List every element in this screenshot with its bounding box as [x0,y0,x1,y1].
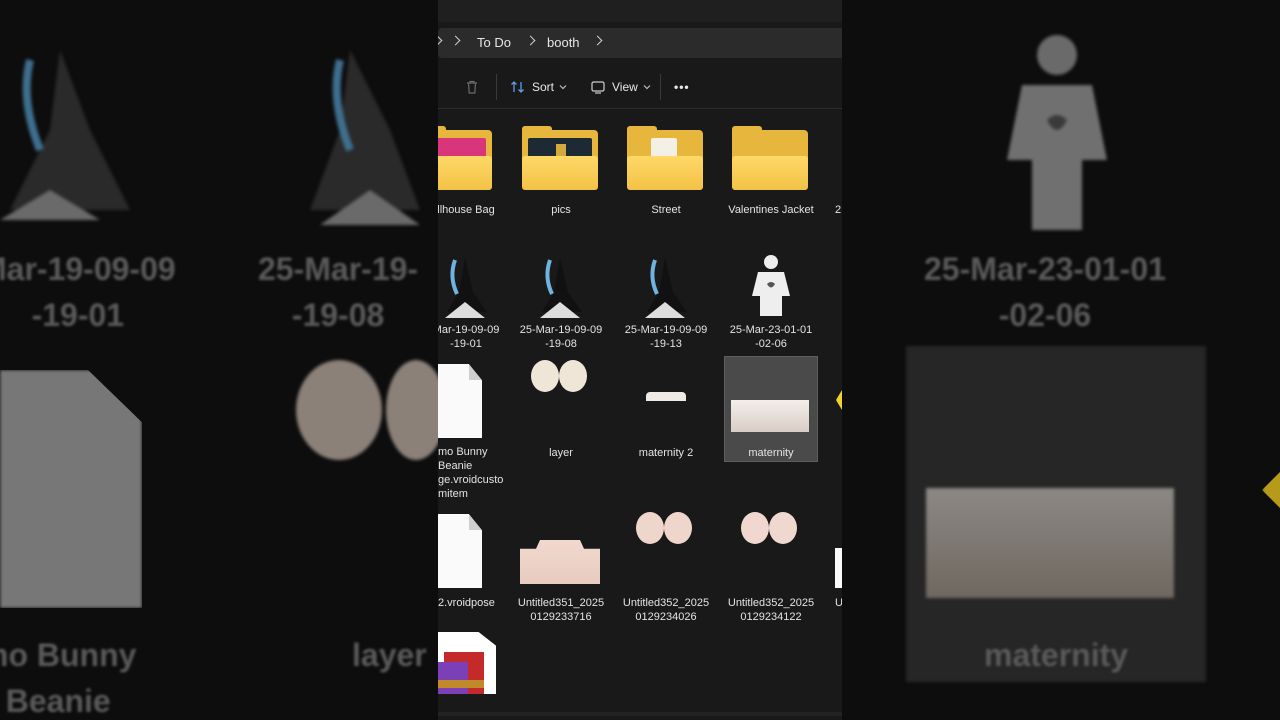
toolbar-separator [660,74,661,100]
file-explorer-window: To Do booth Sort View ••• llhouse Bag pi… [438,0,842,720]
sort-icon [511,81,524,93]
chevron-right-icon[interactable] [450,35,461,46]
folder-icon [732,126,808,190]
item-label: llhouse Bag [438,204,495,216]
folder-icon [627,126,703,190]
chevron-right-icon[interactable] [525,35,536,46]
view-icon [591,81,605,94]
blurred-label: mo Bunny Beanie [0,637,137,719]
portrait-thumbnail [645,258,687,318]
item-label: 25-Mar-19-09-09 -19-08 [519,324,603,350]
portrait-thumbnail [445,258,487,318]
item-label: 2 [835,204,842,216]
item-label: U [835,597,842,609]
oval-thumbnail [531,360,559,392]
document-icon [438,514,482,588]
lace-image [926,488,1174,598]
oval-thumbnail [559,360,587,392]
blurred-label: 25-Mar-19- -19-08 [258,251,419,333]
folder-icon [438,126,492,190]
item-label: 25-Mar-23-01-01 -02-06 [729,324,813,350]
lace-thumbnail [646,392,686,401]
address-bar[interactable]: To Do booth [438,28,842,58]
document-icon [0,370,142,608]
oval-thumbnail [769,512,797,544]
delete-button[interactable] [464,76,480,98]
oval-thumbnail [636,512,664,544]
more-options-button[interactable]: ••• [674,76,690,98]
blurred-label: maternity [984,637,1129,673]
oval-thumbnail [741,512,769,544]
view-button[interactable]: View [590,76,652,98]
blurred-background-right: 25-Mar-23-01-01 -02-06 maternity [842,0,1280,720]
item-label: Mar-19-09-09 -19-01 [438,324,500,350]
chevron-down-icon [643,85,651,90]
blurred-label: layer [352,637,427,673]
character-thumbnail [752,255,790,316]
more-icon: ••• [674,80,690,94]
item-label: pics [551,204,571,216]
blurred-label: Mar-19-09-09 -19-01 [0,251,176,333]
item-label: 25-Mar-19-09-09 -19-13 [624,324,708,350]
character-silhouette-image [1002,30,1112,230]
toolbar-separator [496,74,497,100]
view-label: View [612,80,638,94]
item-label: Valentines Jacket [728,204,814,216]
document-icon [438,364,482,438]
blurred-background-left: Mar-19-09-09 -19-01 25-Mar-19- -19-08 mo… [0,0,438,720]
chevron-right-icon[interactable] [438,35,443,46]
command-bar: Sort View ••• [438,66,842,109]
oval-thumbnail [664,512,692,544]
sort-button[interactable]: Sort [510,76,568,98]
item-label: maternity [748,447,794,459]
folder-icon [522,126,598,190]
breadcrumb-booth[interactable]: booth [547,35,580,50]
scrollbar[interactable] [438,712,842,716]
item-label: layer [549,447,573,459]
item-label: Untitled352_2025 0129234122 [727,597,815,623]
title-strip [438,0,842,22]
portrait-thumbnail [540,258,582,318]
yellow-shape [836,390,842,410]
blurred-label: 25-Mar-23-01-01 -02-06 [924,251,1166,333]
yellow-shape [1262,460,1280,520]
portrait-silhouette-image [0,40,150,230]
sort-label: Sort [532,80,555,94]
lace-thumbnail [520,540,600,584]
partial-thumbnail [835,548,842,588]
item-label: Untitled352_2025 0129234026 [622,597,710,623]
item-label: Untitled351_2025 0129233716 [517,597,605,623]
chevron-down-icon [559,85,567,90]
breadcrumb-todo[interactable]: To Do [477,35,511,50]
lace-thumbnail [731,400,809,432]
archive-icon [438,632,496,694]
item-label: 2.vroidpose [438,597,495,609]
oval-shape-image [296,360,382,460]
item-label: mo Bunny Beanie ge.vroidcusto mitem [438,446,504,500]
item-label: Street [651,204,681,216]
trash-icon [467,80,477,94]
chevron-right-icon[interactable] [592,35,603,46]
item-label: maternity 2 [638,447,694,459]
oval-shape-image [386,360,438,460]
portrait-silhouette-image [300,40,438,230]
